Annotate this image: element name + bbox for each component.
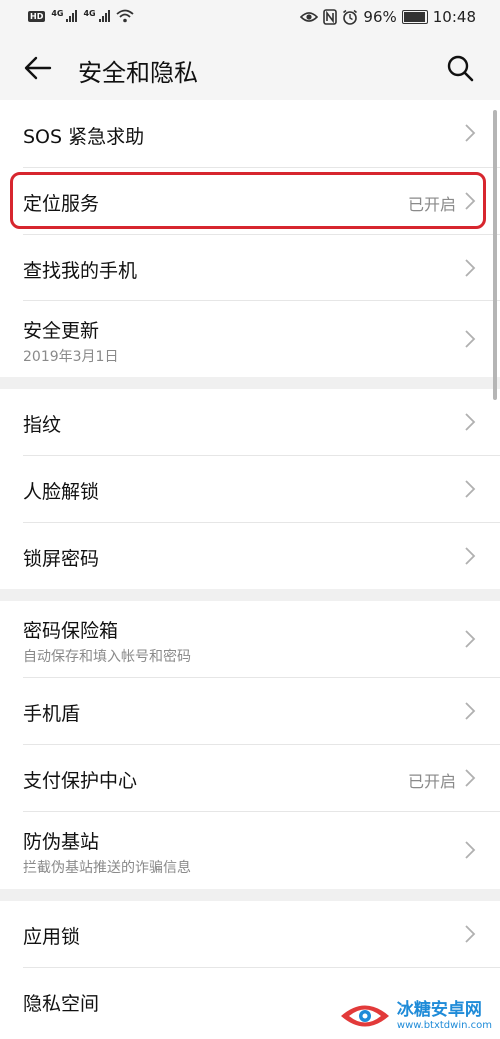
chevron-right-icon — [465, 702, 476, 720]
settings-item-phone-shield[interactable]: 手机盾 — [0, 678, 500, 744]
settings-item-fingerprint[interactable]: 指纹 — [0, 389, 500, 455]
status-value: 已开启 — [407, 772, 456, 791]
signal-icon — [66, 10, 78, 22]
item-label: 密码保险箱 — [23, 620, 119, 642]
chevron-right-icon — [465, 630, 476, 648]
app-header: 安全和隐私 — [0, 36, 500, 100]
watermark-text: 冰糖安卓网 www.btxtdwin.com — [396, 1000, 492, 1032]
item-label: 安全更新 — [23, 320, 100, 342]
search-icon — [447, 55, 474, 82]
wifi-icon — [116, 9, 134, 23]
chevron-right-icon — [465, 413, 476, 431]
arrow-left-icon — [24, 56, 52, 80]
settings-item-payment-protection[interactable]: 支付保护中心 已开启 — [0, 745, 500, 811]
battery-percent: 96% — [363, 8, 397, 26]
chevron-right-icon — [465, 480, 476, 498]
item-subtitle: 自动保存和填入帐号和密码 — [23, 649, 191, 665]
chevron-right-icon — [465, 841, 476, 859]
settings-item-app-lock[interactable]: 应用锁 — [0, 901, 500, 967]
chevron-right-icon — [465, 259, 476, 277]
settings-group-1: SOS 紧急求助 定位服务 已开启 查找我的手机 安全更新 2019年3月1日 — [0, 100, 500, 377]
back-button[interactable] — [16, 48, 60, 88]
hd-badge: HD — [28, 10, 46, 22]
alarm-icon — [343, 9, 358, 25]
item-label: 隐私空间 — [23, 993, 100, 1015]
watermark-logo-icon — [340, 1005, 389, 1027]
page-title: 安全和隐私 — [78, 59, 198, 87]
scrollbar[interactable] — [493, 110, 497, 400]
nfc-icon — [323, 9, 338, 25]
status-bar: HD 4G 4G 96% 10:48 — [0, 0, 500, 36]
watermark-title: 冰糖安卓网 — [396, 1000, 482, 1020]
chevron-right-icon — [465, 330, 476, 348]
item-subtitle: 拦截伪基站推送的诈骗信息 — [23, 860, 191, 876]
chevron-right-icon — [465, 769, 476, 787]
item-label: 指纹 — [23, 414, 62, 436]
chevron-right-icon — [465, 124, 476, 142]
settings-item-security-update[interactable]: 安全更新 2019年3月1日 — [0, 301, 500, 377]
item-label: 人脸解锁 — [23, 481, 100, 503]
item-label: SOS 紧急求助 — [23, 126, 145, 148]
network-type-2: 4G — [83, 9, 96, 18]
settings-item-face-unlock[interactable]: 人脸解锁 — [0, 456, 500, 522]
item-subtitle: 2019年3月1日 — [23, 349, 119, 365]
settings-item-sos[interactable]: SOS 紧急求助 — [0, 100, 500, 167]
settings-item-anti-fake-station[interactable]: 防伪基站 拦截伪基站推送的诈骗信息 — [0, 812, 500, 889]
settings-item-find-phone[interactable]: 查找我的手机 — [0, 235, 500, 301]
item-label: 锁屏密码 — [23, 548, 100, 570]
chevron-right-icon — [465, 925, 476, 943]
clock: 10:48 — [432, 8, 476, 26]
item-label: 应用锁 — [23, 926, 81, 948]
item-label: 支付保护中心 — [23, 770, 138, 792]
item-label: 手机盾 — [23, 703, 81, 725]
item-label: 防伪基站 — [23, 831, 100, 853]
settings-item-lock-password[interactable]: 锁屏密码 — [0, 523, 500, 589]
search-button[interactable] — [438, 48, 482, 88]
watermark-url: www.btxtdwin.com — [396, 1020, 492, 1031]
settings-group-2: 指纹 人脸解锁 锁屏密码 — [0, 389, 500, 589]
eye-comfort-icon — [300, 12, 319, 22]
watermark: 冰糖安卓网 www.btxtdwin.com — [339, 999, 492, 1033]
settings-group-3: 密码保险箱 自动保存和填入帐号和密码 手机盾 支付保护中心 已开启 防伪基站 拦… — [0, 601, 500, 889]
highlight-box — [10, 172, 486, 229]
chevron-right-icon — [465, 547, 476, 565]
signal-icon-2 — [98, 10, 110, 22]
item-label: 查找我的手机 — [23, 260, 138, 282]
settings-item-password-vault[interactable]: 密码保险箱 自动保存和填入帐号和密码 — [0, 601, 500, 677]
network-type-1: 4G — [51, 9, 64, 18]
battery-icon — [401, 10, 428, 24]
